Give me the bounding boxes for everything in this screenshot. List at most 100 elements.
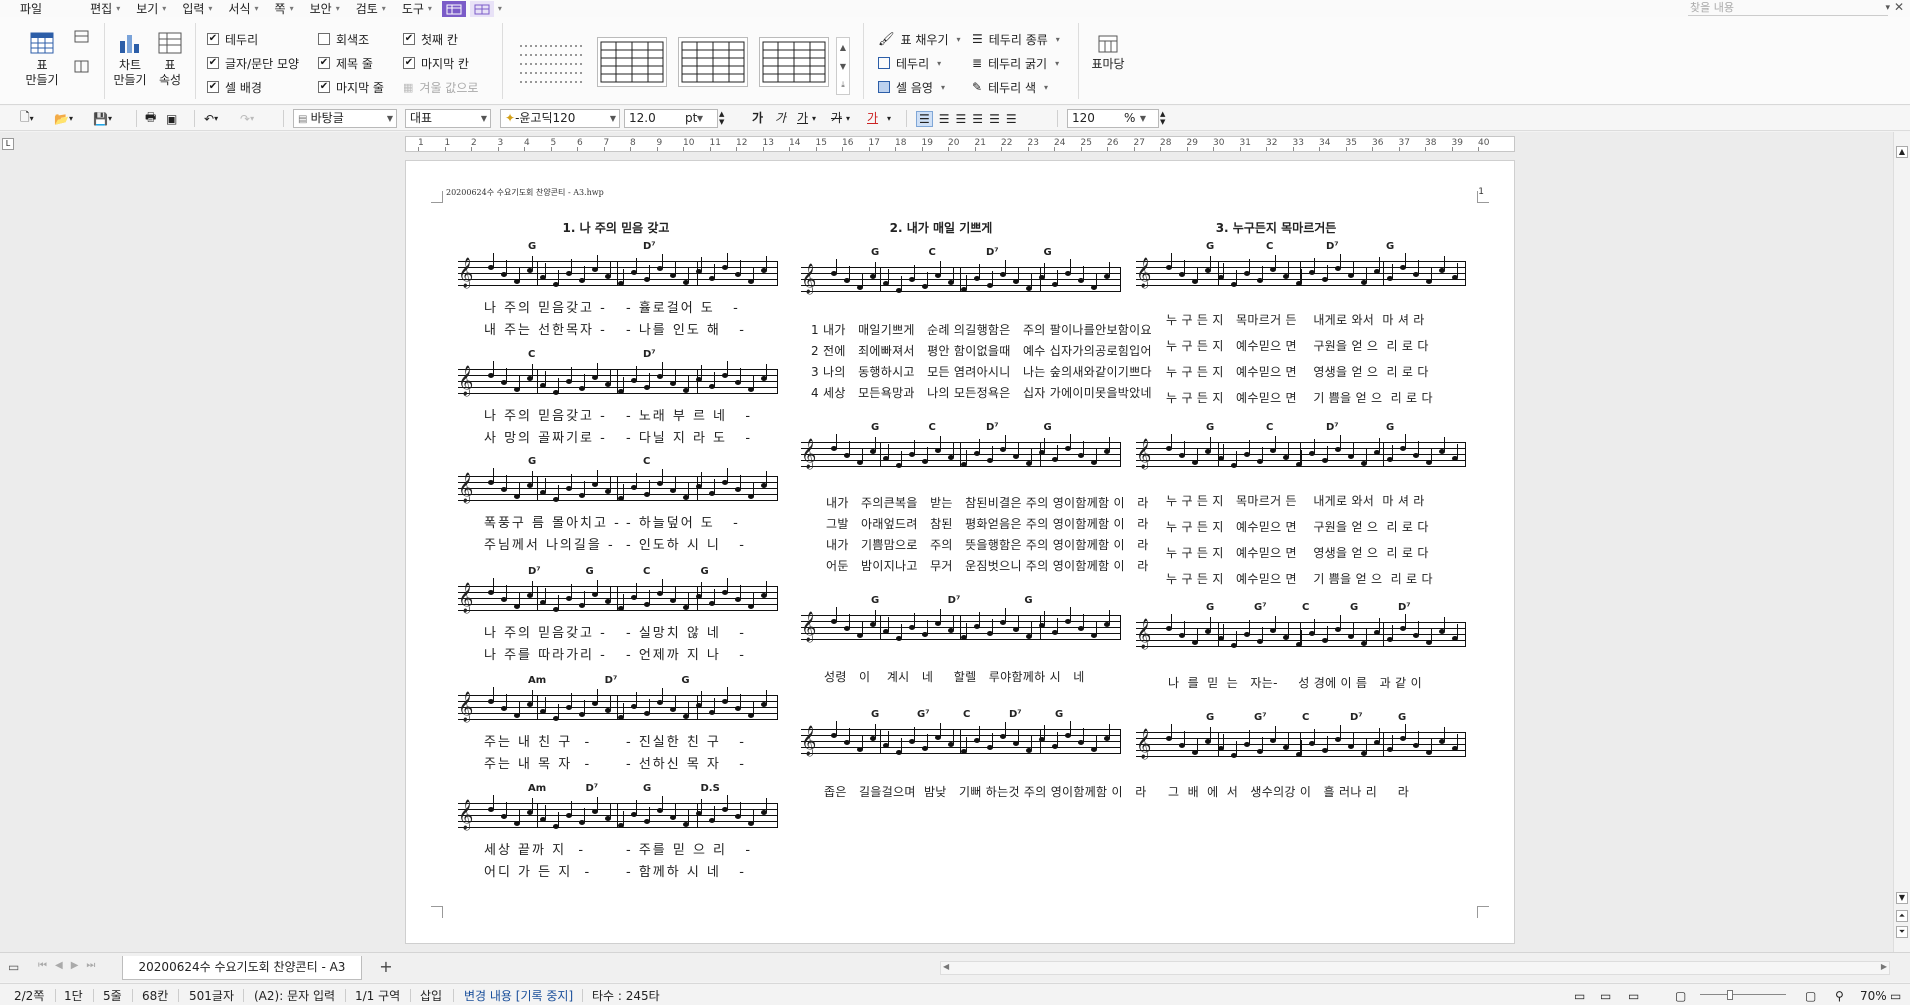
menu-page[interactable]: 쪽 ▾ bbox=[267, 0, 302, 17]
zoom-spinner[interactable]: ▲ ▼ bbox=[1160, 110, 1165, 129]
table-style-dashed[interactable] bbox=[516, 37, 586, 87]
spin-up-icon[interactable]: ▲ bbox=[719, 110, 724, 118]
underline-button[interactable]: 가 bbox=[797, 109, 808, 128]
tab-nav-icons[interactable]: ⏮◀▶⏭ bbox=[38, 960, 103, 971]
table-layout-tab[interactable]: ▾ bbox=[468, 0, 504, 17]
font-select[interactable]: ✦-윤고딕120 ▼ bbox=[500, 109, 620, 128]
check-char-para[interactable]: ✔ 글자/문단 모양 bbox=[207, 55, 299, 71]
bold-button[interactable]: 가 bbox=[752, 109, 763, 128]
undo-button[interactable]: ↶ ▾ bbox=[204, 109, 218, 128]
status-page[interactable]: 2/2쪽 bbox=[14, 988, 44, 1004]
check-first-col[interactable]: ✔ 첫째 칸 bbox=[403, 31, 458, 47]
vertical-scrollbar[interactable]: ▲ ▼ ⏶ ⏷ bbox=[1893, 132, 1910, 952]
menu-view[interactable]: 보기 ▾ bbox=[128, 0, 174, 17]
scroll-down-icon[interactable]: ▼ bbox=[1896, 892, 1908, 904]
check-last-col[interactable]: ✔ 마지막 칸 bbox=[403, 55, 469, 71]
print-button[interactable]: 🖶 bbox=[145, 109, 156, 128]
scroll-up-icon[interactable]: ▲ bbox=[1896, 146, 1908, 158]
zoom-slider[interactable] bbox=[1700, 994, 1786, 995]
scroll-down-icon[interactable]: ▼ bbox=[837, 57, 849, 76]
make-chart-button[interactable]: 차트 만들기 bbox=[110, 31, 150, 88]
table-style-grid-3[interactable] bbox=[759, 37, 829, 87]
table-fill-button[interactable]: 🖌 표 채우기 ▾ bbox=[878, 30, 961, 48]
gallery-expand-icon[interactable]: ⤓ bbox=[837, 76, 849, 94]
spin-up-icon[interactable]: ▲ bbox=[1160, 110, 1165, 118]
redo-button[interactable]: ↷ ▾ bbox=[240, 109, 254, 128]
tab-list-icon[interactable]: ▭ bbox=[8, 960, 19, 974]
scroll-right-icon[interactable]: ▶ bbox=[1881, 962, 1887, 971]
status-track-changes[interactable]: 변경 내용 [기록 중지] bbox=[464, 988, 573, 1004]
table-small-tools[interactable] bbox=[72, 29, 92, 79]
check-border[interactable]: ✔ 테두리 bbox=[207, 31, 258, 47]
border-button[interactable]: 테두리 ▾ bbox=[878, 54, 941, 72]
font-size-input[interactable]: 12.0 pt ▼ bbox=[624, 109, 718, 128]
table-style-grid-1[interactable] bbox=[597, 37, 667, 87]
view-web-icon[interactable]: ▭ bbox=[1600, 988, 1611, 1004]
check-winter-value[interactable]: ▦ 겨울 값으로 bbox=[403, 79, 478, 95]
zoom-input[interactable]: 120% ▼ bbox=[1067, 109, 1159, 128]
menu-edit[interactable]: 편집 ▾ bbox=[82, 0, 128, 17]
caret-down-icon[interactable]: ▾ bbox=[887, 109, 891, 128]
search-input[interactable]: 찾을 내용 ▾ bbox=[1688, 1, 1890, 16]
new-doc-button[interactable]: 🗋 ▾ bbox=[20, 109, 34, 128]
spin-down-icon[interactable]: ▼ bbox=[1160, 118, 1165, 126]
spin-down-icon[interactable]: ▼ bbox=[719, 118, 724, 126]
menu-security[interactable]: 보안 ▾ bbox=[302, 0, 348, 17]
preview-button[interactable]: ▣ bbox=[166, 109, 177, 128]
scroll-up-icon[interactable]: ▲ bbox=[837, 38, 849, 57]
view-outline-icon[interactable]: ▭ bbox=[1628, 988, 1639, 1004]
style-select[interactable]: ▤ 바탕글 ▼ bbox=[293, 109, 397, 128]
menu-tools[interactable]: 도구 ▾ bbox=[394, 0, 440, 17]
open-button[interactable]: 📂 ▾ bbox=[54, 109, 73, 128]
zoom-slider-handle[interactable] bbox=[1727, 990, 1733, 1000]
font-size-spinner[interactable]: ▲ ▼ bbox=[719, 110, 724, 129]
status-more-icon[interactable]: ▭ bbox=[1890, 988, 1901, 1004]
status-zoom[interactable]: 70% bbox=[1860, 988, 1887, 1004]
align-left-icon[interactable]: ☰ bbox=[939, 112, 950, 126]
language-select[interactable]: 대표 ▼ bbox=[405, 109, 491, 128]
menu-insert[interactable]: 입력 ▾ bbox=[174, 0, 220, 17]
add-tab-button[interactable]: + bbox=[374, 958, 398, 978]
gallery-scroll[interactable]: ▲ ▼ ⤓ bbox=[836, 37, 850, 95]
table-margin-button[interactable]: 표마당 bbox=[1088, 34, 1128, 72]
cell-shade-button[interactable]: 셀 음영 ▾ bbox=[878, 78, 945, 96]
check-header-row[interactable]: ✔ 제목 줄 bbox=[318, 55, 373, 71]
check-grayscale[interactable]: 회색조 bbox=[318, 31, 369, 47]
align-center-icon[interactable]: ☰ bbox=[956, 112, 967, 126]
border-color-button[interactable]: ✎ 테두리 색 ▾ bbox=[972, 78, 1048, 96]
view-normal-icon[interactable]: ▭ bbox=[1574, 988, 1585, 1004]
next-page-icon[interactable]: ⏷ bbox=[1896, 926, 1908, 938]
tab-document[interactable]: 20200624수 수요기도회 찬양콘티 - A3 bbox=[122, 956, 362, 980]
status-insert[interactable]: 삽입 bbox=[420, 988, 442, 1004]
font-color-button[interactable]: 가 bbox=[867, 109, 878, 128]
border-type-button[interactable]: ☰ 테두리 종류 ▾ bbox=[972, 30, 1060, 48]
ruler-corner-icon[interactable]: L bbox=[2, 138, 14, 150]
zoom-magnifier-icon[interactable]: ⚲ bbox=[1835, 988, 1844, 1004]
document-page[interactable]: 20200624수 수요기도회 찬양콘티 - A3.hwp 1 1. 나 주의 … bbox=[405, 160, 1515, 944]
scroll-left-icon[interactable]: ◀ bbox=[943, 962, 949, 971]
border-weight-button[interactable]: ≣ 테두리 굵기 ▾ bbox=[972, 54, 1059, 72]
prev-page-icon[interactable]: ⏶ bbox=[1896, 910, 1908, 922]
save-button[interactable]: 💾 ▾ bbox=[93, 109, 112, 128]
italic-button[interactable]: 가 bbox=[775, 109, 786, 128]
table-props-button[interactable]: 표 속성 bbox=[152, 31, 188, 88]
align-justify-icon[interactable]: ☰ bbox=[916, 110, 933, 127]
menu-format[interactable]: 서식 ▾ bbox=[220, 0, 266, 17]
align-distribute-icon[interactable]: ☰ bbox=[989, 112, 1000, 126]
make-table-button[interactable]: 표 만들기 bbox=[18, 31, 66, 88]
caret-down-icon[interactable]: ▾ bbox=[846, 109, 850, 128]
align-divide-icon[interactable]: ☰ bbox=[1006, 112, 1017, 126]
check-cell-bg[interactable]: ✔ 셀 배경 bbox=[207, 79, 262, 95]
horizontal-scrollbar[interactable]: ◀ ▶ bbox=[940, 961, 1890, 975]
horizontal-ruler[interactable]: 1 1 2 3 4 5 6 7 8 9 10 11 12 13 14 15 16 17 18 19 20 21 22 23 24… bbox=[405, 136, 1515, 152]
caret-down-icon[interactable]: ▾ bbox=[812, 109, 816, 128]
strike-button[interactable]: 가 bbox=[831, 109, 842, 128]
menu-review[interactable]: 검토 ▾ bbox=[348, 0, 394, 17]
close-icon[interactable]: ✕ bbox=[1894, 0, 1904, 14]
align-right-icon[interactable]: ☰ bbox=[972, 112, 983, 126]
menu-file[interactable]: 파일 bbox=[0, 0, 82, 17]
table-style-grid-2[interactable] bbox=[678, 37, 748, 87]
zoom-page-icon[interactable]: ▢ bbox=[1805, 988, 1816, 1004]
table-design-tab[interactable] bbox=[440, 0, 468, 17]
zoom-fit-icon[interactable]: ▢ bbox=[1675, 988, 1686, 1004]
